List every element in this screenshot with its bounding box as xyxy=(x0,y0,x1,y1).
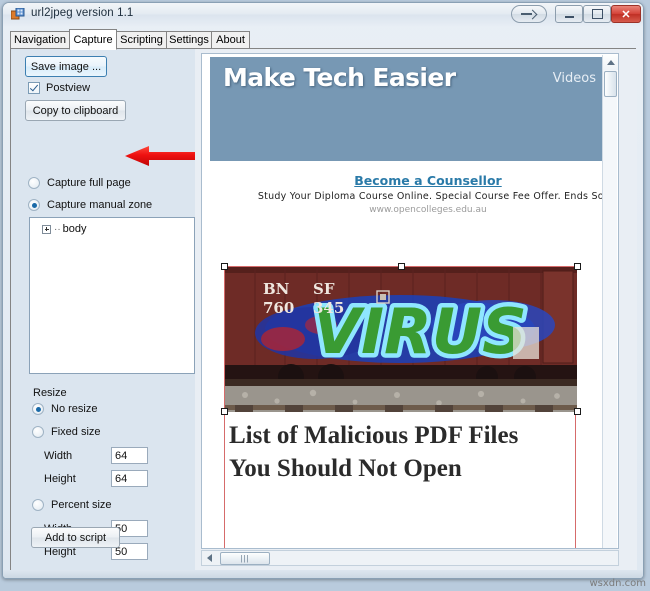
copy-to-clipboard-button[interactable]: Copy to clipboard xyxy=(25,100,126,121)
radio-fixed-size[interactable]: Fixed size xyxy=(32,424,101,440)
arrow-right-icon xyxy=(521,10,537,18)
selection-handle-ne[interactable] xyxy=(574,263,581,270)
tab-label: Navigation xyxy=(14,34,66,46)
radio-percent-size[interactable]: Percent size xyxy=(32,497,112,513)
window-title: url2jpeg version 1.1 xyxy=(31,7,134,19)
no-resize-label: No resize xyxy=(51,403,98,415)
fixed-height-input[interactable]: 64 xyxy=(111,470,148,487)
grip-icon: ||| xyxy=(240,554,250,563)
vertical-scrollbar-thumb[interactable] xyxy=(604,71,617,97)
title-bar: url2jpeg version 1.1 ✕ xyxy=(3,3,643,27)
application-window: url2jpeg version 1.1 ✕ Navigation Captur… xyxy=(2,2,644,579)
capture-manual-zone-label: Capture manual zone xyxy=(47,199,153,211)
tree-connector: ·· xyxy=(54,223,61,235)
ad-url: www.opencolleges.edu.au xyxy=(369,205,487,215)
radio-icon xyxy=(32,426,44,438)
save-image-label: Save image ... xyxy=(30,60,102,73)
copy-to-clipboard-label: Copy to clipboard xyxy=(32,104,119,117)
minimize-icon xyxy=(564,15,574,18)
svg-text:345: 345 xyxy=(313,299,344,317)
preview-pane: Make Tech Easier Videos Become a Counsel… xyxy=(195,49,637,570)
postview-label: Postview xyxy=(46,82,91,94)
radio-capture-full-page[interactable]: Capture full page xyxy=(28,175,131,191)
tree-node-label: body xyxy=(62,223,87,235)
radio-icon xyxy=(32,403,44,415)
radio-icon xyxy=(32,499,44,511)
radio-icon xyxy=(28,177,40,189)
client-area: Save image ... Postview Copy to clipboar… xyxy=(10,49,637,572)
tab-label: Capture xyxy=(73,33,113,46)
dom-tree-view[interactable]: ·· body xyxy=(29,217,195,374)
tab-label: Scripting xyxy=(120,34,163,46)
window-bottom-edge xyxy=(3,570,643,578)
fixed-width-label: Width xyxy=(44,450,73,462)
selection-handle-n[interactable] xyxy=(398,263,405,270)
scroll-up-button[interactable] xyxy=(603,55,618,70)
horizontal-scrollbar[interactable]: ||| xyxy=(201,550,619,566)
ad-title-link[interactable]: Become a Counsellor xyxy=(242,173,614,188)
minimize-button[interactable] xyxy=(555,5,583,23)
site-banner: Make Tech Easier Videos xyxy=(210,57,614,161)
article-headline: List of Malicious PDF Files You Should N… xyxy=(229,422,519,482)
scroll-up-icon xyxy=(606,60,615,65)
radio-capture-manual-zone[interactable]: Capture manual zone xyxy=(28,197,152,213)
site-title: Make Tech Easier xyxy=(223,63,456,92)
capture-selection-region[interactable]: VIRUS VIRUS BN SF 760 345 List of Malici… xyxy=(221,263,581,548)
tab-about[interactable]: About xyxy=(211,31,250,49)
resize-group-label: Resize xyxy=(33,387,67,399)
fixed-width-input[interactable]: 64 xyxy=(111,447,148,464)
tab-navigation[interactable]: Navigation xyxy=(10,31,70,49)
svg-text:760: 760 xyxy=(263,299,294,317)
fixed-height-label: Height xyxy=(44,473,76,485)
capture-options-panel: Save image ... Postview Copy to clipboar… xyxy=(11,49,195,570)
radio-no-resize[interactable]: No resize xyxy=(32,401,97,417)
article-image: VIRUS VIRUS BN SF 760 345 xyxy=(225,267,577,412)
tab-label: About xyxy=(216,34,245,46)
add-to-script-button[interactable]: Add to script xyxy=(31,527,120,548)
percent-size-label: Percent size xyxy=(51,499,112,511)
maximize-button[interactable] xyxy=(583,5,611,23)
nav-link-videos[interactable]: Videos xyxy=(553,71,596,86)
checkmark-icon xyxy=(28,82,40,94)
tree-node-body[interactable]: ·· body xyxy=(42,223,87,235)
svg-text:VIRUS: VIRUS xyxy=(313,295,527,368)
radio-icon xyxy=(28,199,40,211)
tab-settings[interactable]: Settings xyxy=(166,31,212,49)
postview-checkbox[interactable]: Postview xyxy=(28,80,90,96)
app-icon xyxy=(10,7,25,22)
tab-capture[interactable]: Capture xyxy=(69,29,117,50)
tab-scripting[interactable]: Scripting xyxy=(116,31,167,49)
scroll-left-icon xyxy=(207,554,212,562)
selection-handle-nw[interactable] xyxy=(221,263,228,270)
expand-plus-icon[interactable] xyxy=(42,224,51,234)
scroll-left-button[interactable] xyxy=(202,551,217,565)
close-button[interactable]: ✕ xyxy=(611,5,641,23)
fixed-size-label: Fixed size xyxy=(51,426,101,438)
svg-text:BN: BN xyxy=(263,280,290,298)
tab-label: Settings xyxy=(169,34,209,46)
help-button[interactable] xyxy=(511,5,547,23)
maximize-icon xyxy=(591,9,603,19)
ad-description: Study Your Diploma Course Online. Specia… xyxy=(257,191,617,202)
vertical-scrollbar[interactable] xyxy=(602,55,618,548)
svg-text:SF: SF xyxy=(313,280,335,298)
save-image-button[interactable]: Save image ... xyxy=(25,56,107,77)
tab-strip: Navigation Capture Scripting Settings Ab… xyxy=(10,29,636,50)
browser-viewport[interactable]: Make Tech Easier Videos Become a Counsel… xyxy=(201,53,619,549)
selection-handle-w[interactable] xyxy=(221,408,228,415)
capture-full-page-label: Capture full page xyxy=(47,177,131,189)
selection-handle-e[interactable] xyxy=(574,408,581,415)
advertisement-block: Become a Counsellor Study Your Diploma C… xyxy=(242,167,618,232)
horizontal-scrollbar-thumb[interactable]: ||| xyxy=(220,552,270,565)
add-to-script-label: Add to script xyxy=(44,531,107,544)
close-icon: ✕ xyxy=(621,8,631,21)
watermark: wsxdn.com xyxy=(589,578,646,589)
